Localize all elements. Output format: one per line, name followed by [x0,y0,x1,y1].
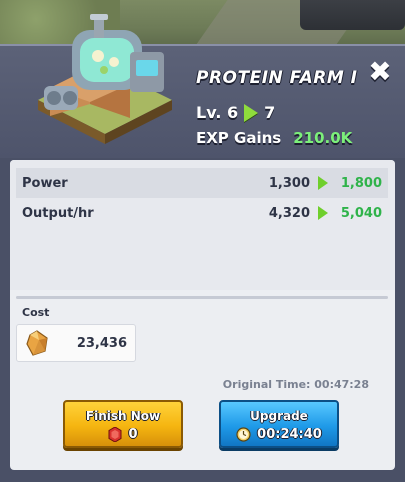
building-upgrade-dialog: PROTEIN FARM I Lv. 6 7 EXP Gains 210.0K … [0,14,405,482]
cost-amount: 23,436 [76,335,127,351]
building-roof [300,0,405,30]
upgrade-button[interactable]: Upgrade 00:24:40 [219,400,339,448]
gem-count: 0 [128,427,138,442]
stat-name: Output/hr [22,205,94,221]
exp-gains-label: EXP Gains [196,129,282,147]
exp-gains-value: 210.0K [293,129,353,147]
stat-next-value: 1,800 [340,175,382,191]
stats-table: Power 1,300 1,800 Output/hr 4,320 5,040 [10,160,395,290]
close-icon[interactable]: ✖ [366,58,394,86]
finish-now-label: Finish Now [85,409,161,423]
current-level: Lv. 6 [196,103,239,122]
finish-now-cost: 0 [65,427,181,442]
arrow-right-icon [244,103,259,122]
protein-farm-building-image [38,14,172,144]
stat-current-value: 1,300 [268,175,310,191]
dialog-header: PROTEIN FARM I Lv. 6 7 EXP Gains 210.0K … [0,14,405,158]
stat-row-output: Output/hr 4,320 5,040 [16,198,388,228]
original-time-text: Original Time: 00:47:28 [222,378,369,391]
upgrade-label: Upgrade [250,409,308,423]
exp-gains-row: EXP Gains 210.0K [196,129,352,147]
stat-name: Power [22,175,68,191]
arrow-right-icon [318,206,328,220]
cost-label: Cost [22,306,50,319]
finish-now-button[interactable]: Finish Now 0 [63,400,183,448]
section-divider [16,296,388,299]
level-upgrade-row: Lv. 6 7 [196,103,275,122]
clock-icon [236,427,251,442]
gem-icon [108,427,122,442]
next-level: 7 [264,103,276,122]
building-title: PROTEIN FARM I [196,68,358,88]
upgrade-details-card: Power 1,300 1,800 Output/hr 4,320 5,040 … [10,160,395,470]
stat-next-value: 5,040 [340,205,382,221]
stat-row-power: Power 1,300 1,800 [16,168,388,198]
stat-current-value: 4,320 [268,205,310,221]
arrow-right-icon [318,176,328,190]
upgrade-time-value: 00:24:40 [257,427,322,442]
cost-resource-box: 23,436 [16,324,136,362]
upgrade-time: 00:24:40 [221,427,337,442]
food-crystal-icon [26,330,48,356]
